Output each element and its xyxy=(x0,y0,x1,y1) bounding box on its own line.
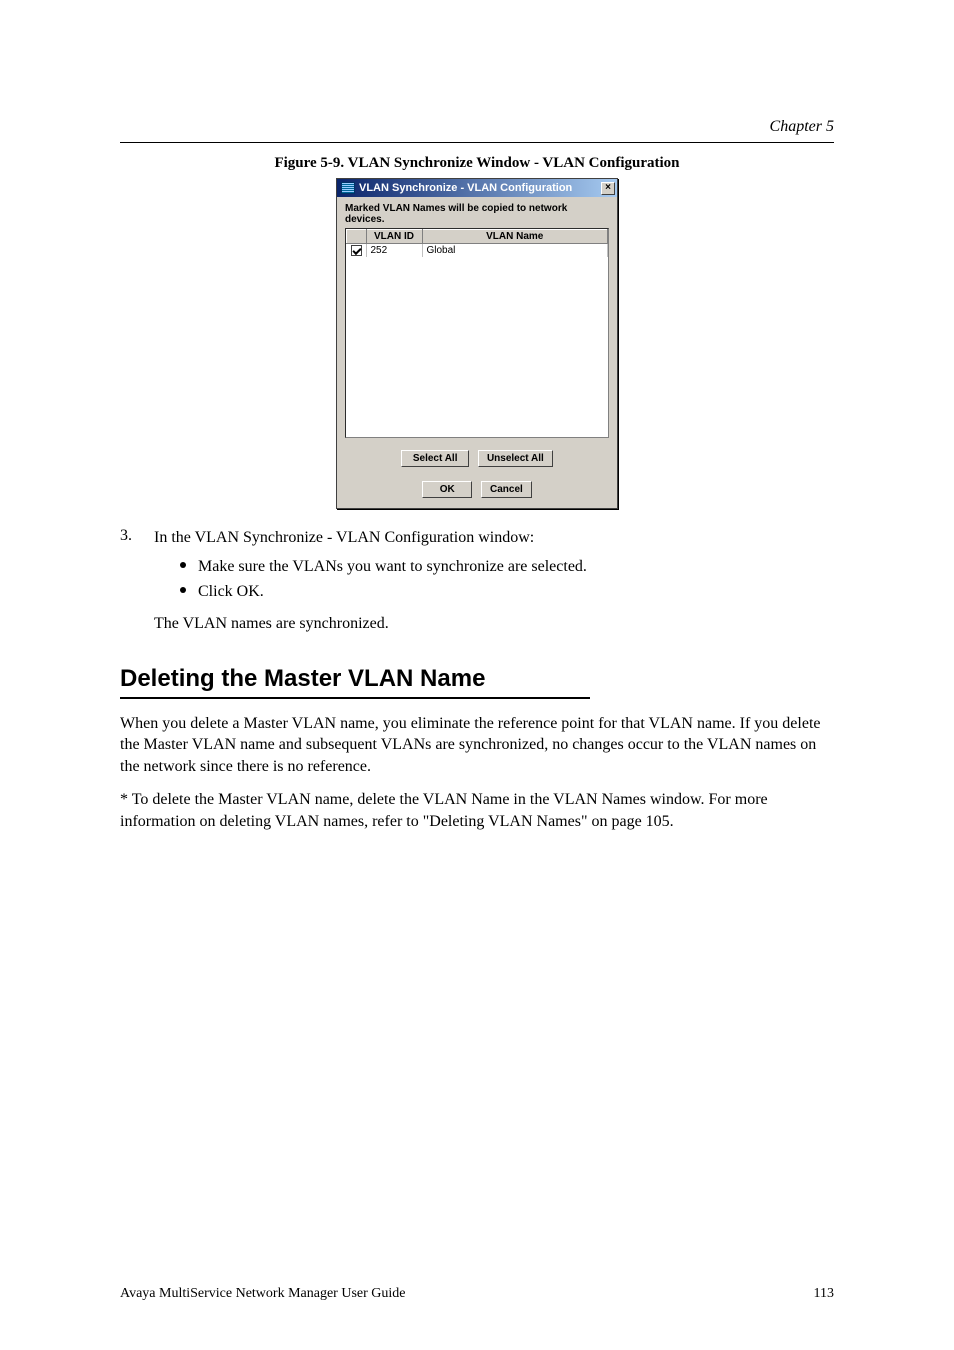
footer-page-number: 113 xyxy=(814,1286,834,1302)
section-paragraph-2: * To delete the Master VLAN name, delete… xyxy=(120,789,834,832)
row-checkbox[interactable] xyxy=(351,245,362,256)
select-all-button[interactable]: Select All xyxy=(401,450,469,467)
close-button[interactable]: × xyxy=(601,182,615,195)
cell-vlan-id: 252 xyxy=(366,244,422,258)
footer-left: Avaya MultiService Network Manager User … xyxy=(120,1286,405,1302)
app-icon xyxy=(341,182,355,194)
ok-button[interactable]: OK xyxy=(422,481,472,498)
dialog-vlan-synchronize: VLAN Synchronize - VLAN Configuration × … xyxy=(336,178,618,509)
dialog-instruction: Marked VLAN Names will be copied to netw… xyxy=(345,203,609,225)
page-header-chapter: Chapter 5 xyxy=(770,118,834,136)
step-number: 3. xyxy=(120,527,154,549)
section-paragraph-1: When you delete a Master VLAN name, you … xyxy=(120,713,834,778)
step-text: In the VLAN Synchronize - VLAN Configura… xyxy=(154,527,834,549)
section-rule xyxy=(120,697,590,699)
dialog-title: VLAN Synchronize - VLAN Configuration xyxy=(359,182,601,194)
cell-vlan-name: Global xyxy=(422,244,608,258)
unselect-all-button[interactable]: Unselect All xyxy=(478,450,553,467)
list-item: Click OK. xyxy=(180,580,834,603)
result-text: The VLAN names are synchronized. xyxy=(154,613,834,635)
dialog-titlebar[interactable]: VLAN Synchronize - VLAN Configuration × xyxy=(337,179,617,197)
header-rule xyxy=(120,142,834,143)
list-item: Make sure the VLANs you want to synchron… xyxy=(180,555,834,578)
col-header-vlan-name[interactable]: VLAN Name xyxy=(422,230,608,244)
section-heading: Deleting the Master VLAN Name xyxy=(120,665,834,693)
table-row[interactable]: 252 Global xyxy=(347,244,608,258)
close-icon: × xyxy=(605,183,611,193)
cancel-button[interactable]: Cancel xyxy=(481,481,532,498)
figure-caption: Figure 5-9. VLAN Synchronize Window - VL… xyxy=(120,155,834,172)
col-header-checkbox[interactable] xyxy=(347,230,367,244)
vlan-table-container: VLAN ID VLAN Name 252 Global xyxy=(345,228,609,438)
col-header-vlan-id[interactable]: VLAN ID xyxy=(366,230,422,244)
vlan-table: VLAN ID VLAN Name 252 Global xyxy=(346,229,608,257)
